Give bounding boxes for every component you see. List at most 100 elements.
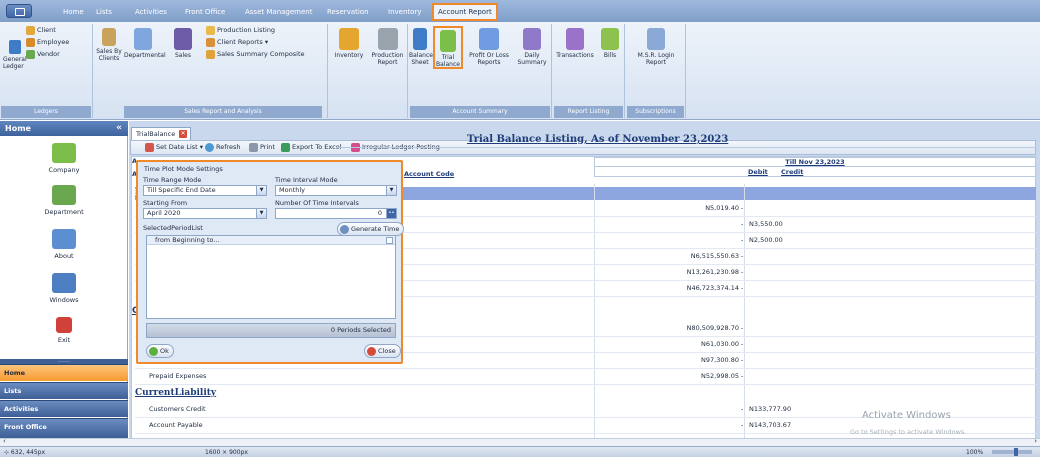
status-bar: ⊹ 632, 445px 1600 × 900px 100% <box>0 446 1040 457</box>
tab-account-report[interactable]: Account Report <box>432 3 498 21</box>
nav-lists[interactable]: Lists <box>0 382 128 399</box>
print-button[interactable]: Print <box>249 141 275 154</box>
departmental-button[interactable]: Departmental <box>124 28 166 59</box>
report-title: Trial Balance Listing, As of November 23… <box>467 134 729 145</box>
document-tab-trial-balance[interactable]: TrialBalance ✕ <box>131 127 191 140</box>
client-button[interactable]: Client <box>26 24 56 36</box>
client-reports-label: Client Reports <box>217 38 263 46</box>
profit-or-loss-button[interactable]: Profit Or Loss Reports <box>467 28 511 66</box>
time-range-mode-select[interactable]: Till Specific End Date ▼ <box>143 185 267 196</box>
time-range-mode-value: Till Specific End Date <box>147 186 216 194</box>
sales-summary-composite-button[interactable]: Sales Summary Composite <box>206 48 305 60</box>
ribbon-group-label-account-summary: Account Summary <box>410 106 550 118</box>
client-reports-icon <box>206 37 215 47</box>
refresh-button[interactable]: Refresh <box>205 141 241 154</box>
list-item-checkbox[interactable] <box>386 237 393 244</box>
close-label: Close <box>378 347 396 355</box>
account-name-cell: Customers Credit <box>149 405 206 413</box>
activate-windows-subtext: Go to Settings to activate Windows. <box>850 428 967 436</box>
client-reports-button[interactable]: Client Reports ▾ <box>206 36 268 48</box>
ribbon-group-account-summary: Balance Sheet Trial Balance Profit Or Lo… <box>409 24 552 118</box>
tab-home[interactable]: Home <box>60 4 87 20</box>
selected-period-list[interactable]: from Beginning to... <box>146 235 396 319</box>
close-tab-icon[interactable]: ✕ <box>179 130 187 138</box>
tab-front-office[interactable]: Front Office <box>182 4 228 20</box>
production-listing-button[interactable]: Production Listing <box>206 24 275 36</box>
balance-sheet-button[interactable]: Balance Sheet <box>409 28 433 66</box>
departmental-label: Departmental <box>124 52 166 59</box>
trial-balance-button[interactable]: Trial Balance <box>433 26 463 69</box>
generate-time-button[interactable]: Generate Time <box>337 222 405 236</box>
sidebar-item-label: Windows <box>49 296 79 304</box>
inventory-icon <box>339 28 359 50</box>
debit-cell: N5,019.40 <box>705 204 739 212</box>
profit-or-loss-icon <box>479 28 499 50</box>
print-icon <box>249 142 258 152</box>
transactions-button[interactable]: Transactions <box>555 28 595 59</box>
tab-inventory[interactable]: Inventory <box>385 4 424 20</box>
transactions-icon <box>566 28 584 50</box>
login-report-icon <box>647 28 665 50</box>
tab-activities[interactable]: Activities <box>132 4 170 20</box>
horizontal-scrollbar[interactable]: ‹ › <box>0 437 1040 446</box>
sidebar-item-label: Company <box>48 166 80 174</box>
inventory-button[interactable]: Inventory <box>332 28 366 59</box>
vendor-button[interactable]: Vendor <box>26 48 60 60</box>
time-interval-mode-value: Monthly <box>279 186 306 194</box>
ribbon-group-subscriptions: M.S.R. Login Report Subscriptions <box>626 24 686 118</box>
export-to-excel-button[interactable]: Export To Excel <box>281 141 341 154</box>
credit-cell: - <box>741 268 744 276</box>
refresh-label: Refresh <box>216 143 241 151</box>
account-name-cell: Account Payable <box>149 421 203 429</box>
debit-cell: N13,261,230.98 <box>686 268 739 276</box>
sales-by-clients-button[interactable]: Sales By Clients <box>96 28 122 62</box>
sales-summary-button[interactable]: Sales <box>166 28 200 59</box>
tab-lists[interactable]: Lists <box>93 4 115 20</box>
balance-sheet-label: Balance Sheet <box>409 52 433 66</box>
daily-summary-button[interactable]: Daily Summary <box>513 28 551 66</box>
tab-asset-management[interactable]: Asset Management <box>242 4 315 20</box>
sidebar-item-windows[interactable]: Windows <box>0 273 128 304</box>
sidebar-item-about[interactable]: About <box>0 229 128 260</box>
tab-reservation[interactable]: Reservation <box>324 4 372 20</box>
scroll-right-icon[interactable]: › <box>1034 437 1037 445</box>
sidebar-item-department[interactable]: Department <box>0 185 128 216</box>
list-item-label: from Beginning to... <box>155 236 220 244</box>
chevron-down-icon[interactable]: ▼ <box>386 186 396 195</box>
sales-by-clients-icon <box>102 28 116 46</box>
nav-front-office[interactable]: Front Office <box>0 418 128 438</box>
msr-login-report-button[interactable]: M.S.R. Login Report <box>630 28 682 66</box>
starting-from-select[interactable]: April 2020 ▼ <box>143 208 267 219</box>
section-title-current-liability: CurrentLiability <box>135 388 217 398</box>
ribbon-group-sales: Sales By Clients Departmental Sales Prod… <box>94 24 328 118</box>
application-menu-button[interactable] <box>6 4 32 18</box>
sidebar-item-label: Department <box>44 208 84 216</box>
production-report-button[interactable]: Production Report <box>369 28 406 66</box>
time-interval-mode-select[interactable]: Monthly ▼ <box>275 185 397 196</box>
zoom-slider-thumb[interactable] <box>1014 448 1018 456</box>
close-button[interactable]: Close <box>364 344 401 358</box>
chevron-down-icon[interactable]: ▼ <box>256 186 266 195</box>
ok-button[interactable]: Ok <box>146 344 174 358</box>
account-code-column-header: Account Code <box>404 170 455 178</box>
chevron-down-icon[interactable]: ▼ <box>256 209 266 218</box>
credit-cell: N133,777.90 <box>749 405 792 413</box>
ribbon-group-label-report-listing: Report Listing <box>554 106 623 118</box>
debit-cell: N6,515,550.63 <box>690 252 739 260</box>
collapse-sidebar-icon[interactable]: « <box>116 121 122 136</box>
bills-button[interactable]: Bills <box>597 28 623 59</box>
sidebar-item-exit[interactable]: Exit <box>0 317 128 344</box>
number-of-intervals-input[interactable]: 0 •• <box>275 208 397 219</box>
exit-icon <box>56 317 72 333</box>
sales-composite-label: Sales Summary Composite <box>217 50 305 58</box>
set-date-list-button[interactable]: Set Date List ▾ <box>145 141 203 154</box>
zoom-slider[interactable] <box>992 450 1032 454</box>
spin-button-icon[interactable]: •• <box>386 209 396 218</box>
nav-activities[interactable]: Activities <box>0 400 128 417</box>
general-ledger-button[interactable]: General Ledger <box>3 56 27 70</box>
employee-button[interactable]: Employee <box>26 36 69 48</box>
nav-home[interactable]: Home <box>0 364 128 381</box>
list-item[interactable]: from Beginning to... <box>147 236 395 245</box>
sidebar-item-company[interactable]: Company <box>0 143 128 174</box>
scroll-left-icon[interactable]: ‹ <box>3 437 6 445</box>
